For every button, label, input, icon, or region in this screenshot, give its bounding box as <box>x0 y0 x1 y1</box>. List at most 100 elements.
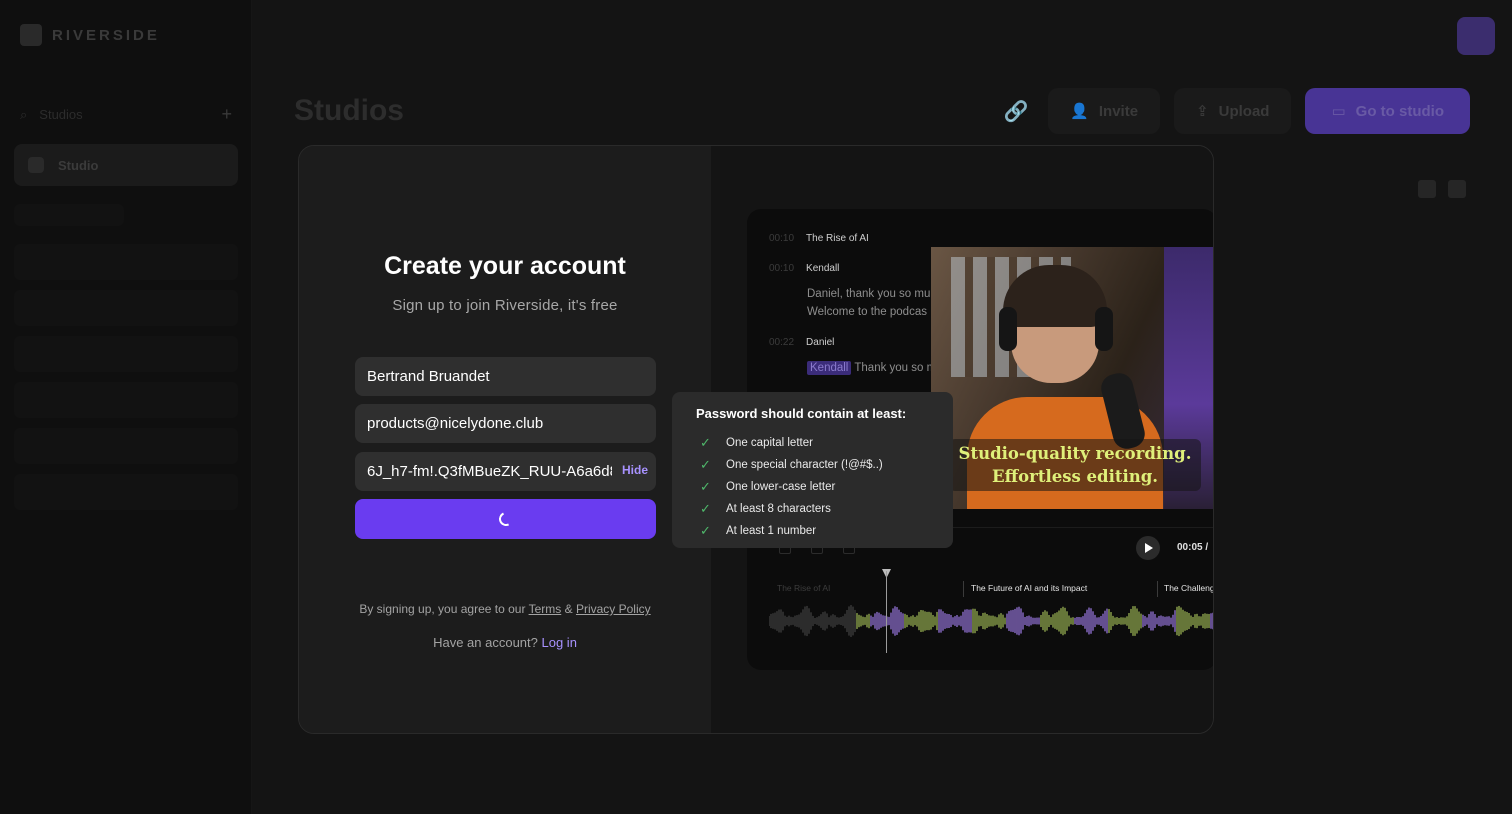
chapter-divider <box>963 581 964 597</box>
transcript-title: The Rise of AI <box>806 233 869 244</box>
search-icon[interactable]: ⌕ <box>20 107 27 123</box>
password-rule-label: At least 1 number <box>726 525 817 537</box>
sort-icon[interactable] <box>1418 180 1436 198</box>
chapter-track: The Rise of AI The Future of AI and its … <box>769 581 1213 599</box>
upload-icon: ⇪ <box>1196 103 1209 120</box>
sidebar-placeholder-row <box>14 382 238 418</box>
header-actions: 🔗 👤 Invite ⇪ Upload ▭ Go to studio <box>998 88 1470 134</box>
speaker-name: Kendall <box>806 263 840 274</box>
terms-link[interactable]: Terms <box>529 602 562 616</box>
password-rule-label: One lower-case letter <box>726 481 836 493</box>
audio-waveform[interactable] <box>769 601 1214 641</box>
playhead[interactable] <box>886 571 887 653</box>
create-account-button[interactable] <box>355 499 656 539</box>
signup-subheading: Sign up to join Riverside, it's free <box>392 297 618 314</box>
have-account-text: Have an account? <box>433 635 538 650</box>
loading-spinner-icon <box>496 510 515 528</box>
transcript-speaker-row: 00:22 Daniel <box>769 337 834 348</box>
sidebar-placeholder-row <box>14 290 238 326</box>
check-icon: ✓ <box>700 501 711 516</box>
check-icon: ✓ <box>700 523 711 538</box>
login-prompt: Have an account? Log in <box>299 635 711 650</box>
brand-name: RIVERSIDE <box>52 26 160 44</box>
invite-label: Invite <box>1098 102 1139 120</box>
terms-prefix: By signing up, you agree to our <box>359 602 526 616</box>
transcript-text: Daniel, thank you so mu Welcome to the p… <box>807 285 930 321</box>
playback-time: 00:05 / <box>1177 542 1209 553</box>
upload-label: Upload <box>1218 102 1270 120</box>
sidebar-placeholder-row <box>14 336 238 372</box>
play-icon <box>1145 543 1153 553</box>
sidebar-section-label <box>14 204 124 226</box>
name-value: Bertrand Bruandet <box>367 368 490 385</box>
password-field[interactable]: 6J_h7-fm!.Q3fMBueZK_RUU-A6a6d8 Hide <box>355 452 656 491</box>
speaker-chip: Kendall <box>807 361 852 375</box>
invite-button[interactable]: 👤 Invite <box>1048 88 1161 134</box>
transcript-title-row: 00:10 The Rise of AI <box>769 233 869 244</box>
timestamp: 00:10 <box>769 263 795 274</box>
brand-logo: RIVERSIDE <box>20 24 160 46</box>
tooltip-title: Password should contain at least: <box>696 406 907 421</box>
sidebar-placeholder-row <box>14 244 238 280</box>
timestamp: 00:10 <box>769 233 795 244</box>
chapter-label[interactable]: The Challeng <box>1164 583 1213 593</box>
sidebar-placeholder-row <box>14 428 238 464</box>
password-rule-label: One special character (!@#$..) <box>726 459 883 471</box>
email-value: products@nicelydone.club <box>367 415 544 432</box>
upload-button[interactable]: ⇪ Upload <box>1174 88 1292 134</box>
user-avatar[interactable] <box>1457 17 1495 55</box>
password-rule: ✓ At least 8 characters <box>696 498 953 520</box>
caption-line: Studio-quality recording. <box>958 444 1192 463</box>
transcript-line: Daniel, thank you so mu <box>807 288 931 300</box>
video-caption: Studio-quality recording. Effortless edi… <box>949 439 1201 491</box>
sidebar-item-studio[interactable]: Studio <box>14 144 238 186</box>
view-toggle <box>1418 180 1466 198</box>
chapter-label[interactable]: The Rise of AI <box>777 583 830 593</box>
password-rules-list: ✓ One capital letter ✓ One special characte… <box>696 432 953 542</box>
password-rule: ✓ One special character (!@#$..) <box>696 454 953 476</box>
go-to-studio-button[interactable]: ▭ Go to studio <box>1305 88 1470 134</box>
login-link[interactable]: Log in <box>542 635 577 650</box>
signup-heading: Create your account <box>384 252 626 280</box>
password-rule-label: At least 8 characters <box>726 503 831 515</box>
camera-icon: ▭ <box>1331 103 1346 120</box>
sidebar: RIVERSIDE ⌕ Studios + Studio <box>0 0 252 814</box>
headphone-icon <box>999 307 1017 351</box>
password-rule: ✓ One capital letter <box>696 432 953 454</box>
password-rule: ✓ One lower-case letter <box>696 476 953 498</box>
password-value: 6J_h7-fm!.Q3fMBueZK_RUU-A6a6d8 <box>367 463 612 480</box>
timestamp: 00:22 <box>769 337 795 348</box>
terms-ampersand: & <box>564 602 573 616</box>
sidebar-item-label: Studio <box>58 157 99 173</box>
grid-view-icon[interactable] <box>1448 180 1466 198</box>
sidebar-studios-label: Studios <box>39 107 83 122</box>
privacy-policy-link[interactable]: Privacy Policy <box>576 602 651 616</box>
transcript-speaker-row: 00:10 Kendall <box>769 263 839 274</box>
password-rule-label: One capital letter <box>726 437 813 449</box>
go-to-studio-label: Go to studio <box>1355 102 1444 120</box>
sidebar-placeholder-row <box>14 474 238 510</box>
hide-password-button[interactable]: Hide <box>622 463 648 477</box>
link-icon[interactable]: 🔗 <box>998 93 1034 129</box>
speaker-name: Daniel <box>806 337 835 348</box>
chapter-label[interactable]: The Future of AI and its Impact <box>971 583 1087 593</box>
caption-line: Effortless editing. <box>992 467 1158 486</box>
riverside-logo-icon <box>20 24 42 46</box>
email-field[interactable]: products@nicelydone.club <box>355 404 656 443</box>
page-title: Studios <box>294 94 404 127</box>
sidebar-studios-header: ⌕ Studios + <box>20 104 232 125</box>
password-rule: ✓ At least 1 number <box>696 520 953 542</box>
signup-form-panel: Create your account Sign up to join Rive… <box>299 146 711 733</box>
transcript-text: Kendall Thank you so m <box>807 359 936 377</box>
chapter-divider <box>1157 581 1158 597</box>
name-field[interactable]: Bertrand Bruandet <box>355 357 656 396</box>
transcript-line: Thank you so m <box>854 362 937 374</box>
play-button[interactable] <box>1136 536 1160 560</box>
transcript-line: Welcome to the podcas <box>807 306 927 318</box>
add-studio-icon[interactable]: + <box>221 104 232 125</box>
terms-text: By signing up, you agree to our Terms & … <box>299 602 711 616</box>
password-requirements-tooltip: Password should contain at least: ✓ One c… <box>672 392 953 548</box>
user-plus-icon: 👤 <box>1070 103 1089 120</box>
check-icon: ✓ <box>700 457 711 472</box>
studio-icon <box>28 157 44 173</box>
